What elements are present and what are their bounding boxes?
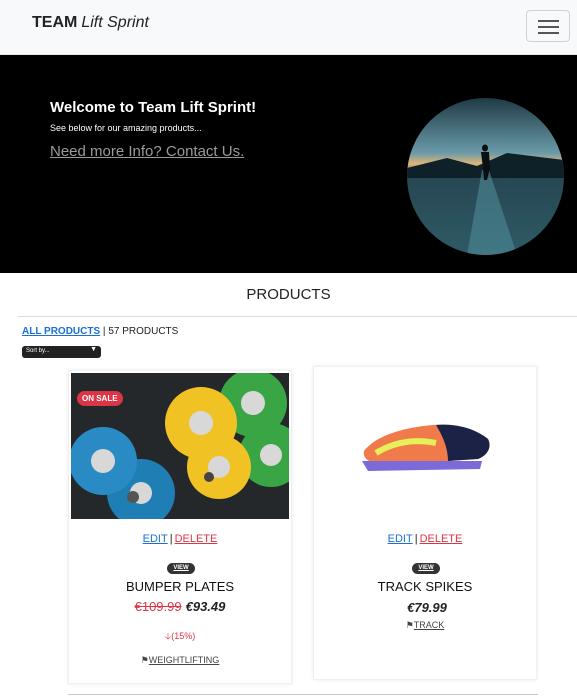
product-count-line: ALL PRODUCTS | 57 PRODUCTS	[22, 326, 178, 337]
product-card: ON SALE EDIT | DELETE VIEW BUMPER PLATES €…	[68, 370, 292, 684]
on-sale-badge: ON SALE	[77, 391, 123, 406]
edit-link[interactable]: EDIT	[388, 533, 413, 545]
hero-runner-image	[407, 98, 564, 255]
hero-title: Welcome to Team Lift Sprint!	[50, 99, 257, 116]
product-count: 57 PRODUCTS	[108, 326, 179, 337]
sale-price: €93.49	[185, 599, 226, 614]
product-price: €79.99	[314, 600, 536, 615]
contact-link[interactable]: Need more Info? Contact Us.	[50, 143, 244, 160]
products-heading: PRODUCTS	[246, 286, 331, 303]
edit-link[interactable]: EDIT	[143, 533, 168, 545]
card-actions: EDIT | DELETE	[314, 533, 536, 545]
product-current-price: €79.99	[407, 600, 447, 615]
discount-percent: (15%)	[171, 631, 196, 641]
actions-separator: |	[414, 533, 418, 545]
tag-icon: ⚑	[405, 620, 414, 630]
hamburger-icon	[538, 20, 559, 22]
delete-link[interactable]: DELETE	[420, 533, 463, 545]
category-tag[interactable]: ⚑TRACK	[314, 620, 536, 631]
delete-link[interactable]: DELETE	[175, 533, 218, 545]
chevron-down-icon: ▼	[90, 346, 97, 353]
product-name: BUMPER PLATES	[125, 579, 235, 594]
brand-italic: Lift Sprint	[81, 14, 149, 31]
hamburger-icon	[538, 32, 559, 34]
view-button[interactable]: VIEW	[412, 563, 440, 574]
divider	[68, 694, 538, 695]
tag-icon: ⚑	[140, 655, 149, 665]
discount: 🡣(15%)	[69, 629, 291, 645]
product-card: EDIT | DELETE VIEW TRACK SPIKES €79.99 ⚑TR…	[313, 366, 537, 680]
divider	[18, 316, 577, 317]
hero-banner: Welcome to Team Lift Sprint! See below f…	[0, 55, 577, 273]
actions-separator: |	[169, 533, 173, 545]
sort-select[interactable]: Sort by... ▼	[22, 346, 101, 358]
category-label: TRACK	[413, 620, 445, 630]
view-button[interactable]: VIEW	[167, 563, 195, 574]
brand-logo[interactable]: TEAM Lift Sprint	[32, 14, 149, 32]
navbar: TEAM Lift Sprint	[0, 0, 577, 55]
product-name: TRACK SPIKES	[377, 579, 473, 594]
hamburger-icon	[538, 26, 559, 28]
product-price: €109.99 €93.49	[69, 599, 291, 614]
category-tag[interactable]: ⚑WEIGHTLIFTING	[69, 655, 291, 666]
card-actions: EDIT | DELETE	[69, 533, 291, 545]
category-label: WEIGHTLIFTING	[148, 655, 220, 665]
brand-bold: TEAM	[32, 14, 78, 31]
sort-label: Sort by...	[26, 348, 50, 354]
all-products-link[interactable]: ALL PRODUCTS	[22, 326, 100, 337]
hero-subtitle: See below for our amazing products...	[50, 123, 202, 133]
track-spikes-image[interactable]	[316, 369, 534, 515]
original-price: €109.99	[134, 599, 182, 614]
menu-toggle-button[interactable]	[526, 10, 570, 42]
